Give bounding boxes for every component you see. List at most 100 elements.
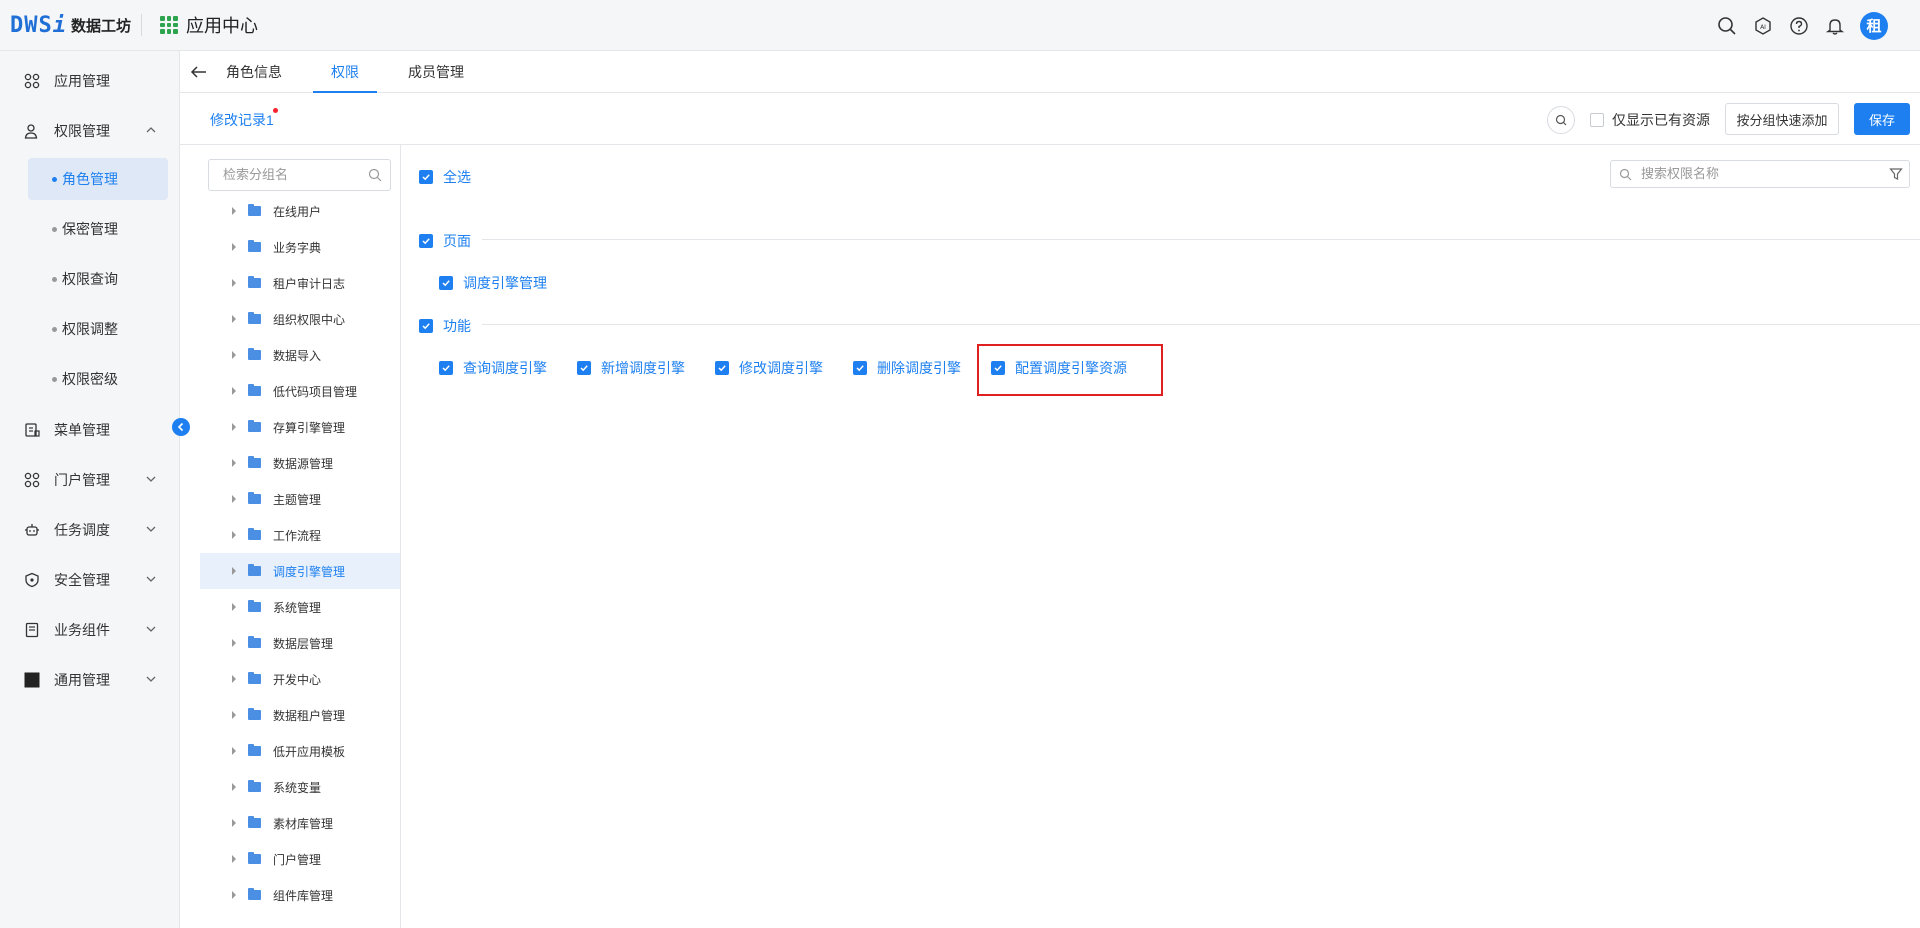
caret-right-icon[interactable] — [232, 855, 236, 863]
tree-item[interactable]: 数据租户管理 — [200, 697, 400, 733]
caret-right-icon[interactable] — [232, 315, 236, 323]
caret-right-icon[interactable] — [232, 747, 236, 755]
select-all-checkbox[interactable]: 全选 — [419, 167, 471, 187]
function-item-checkbox[interactable]: 修改调度引擎 — [715, 358, 823, 378]
caret-right-icon[interactable] — [232, 351, 236, 359]
folder-icon — [248, 384, 261, 396]
function-section-checkbox[interactable]: 功能 — [419, 316, 471, 336]
logo[interactable]: DWSi 数据工坊 — [0, 0, 131, 50]
checkbox-checked-icon[interactable] — [715, 361, 729, 375]
tree-item[interactable]: 在线用户 — [200, 193, 400, 229]
caret-right-icon[interactable] — [232, 207, 236, 215]
tree-item[interactable]: 数据源管理 — [200, 445, 400, 481]
sidebar-item-task-scheduling[interactable]: 任务调度 — [0, 510, 180, 550]
tree-item[interactable]: 开发中心 — [200, 661, 400, 697]
tree-item[interactable]: 存算引擎管理 — [200, 409, 400, 445]
sidebar-item-menu-management[interactable]: 菜单管理 — [0, 410, 180, 450]
back-arrow-icon[interactable] — [190, 63, 208, 81]
caret-right-icon[interactable] — [232, 891, 236, 899]
tree-item-label: 素材库管理 — [273, 816, 334, 831]
only-show-existing-checkbox[interactable]: 仅显示已有资源 — [1590, 110, 1710, 130]
tree-item[interactable]: 数据层管理 — [200, 625, 400, 661]
sidebar-item-permission-management[interactable]: 权限管理 — [0, 111, 180, 151]
checkbox-checked-icon[interactable] — [439, 361, 453, 375]
tree-item[interactable]: 业务字典 — [200, 229, 400, 265]
sidebar-subitem-role-management[interactable]: 角色管理 — [28, 158, 168, 200]
folder-icon — [248, 888, 261, 900]
bullet-dot-icon — [52, 177, 57, 182]
checkbox-checked-icon[interactable] — [439, 276, 453, 290]
search-icon[interactable] — [1716, 15, 1738, 37]
sidebar-subitem-permission-query[interactable]: 权限查询 — [28, 258, 168, 300]
tab-member-management[interactable]: 成员管理 — [380, 51, 492, 93]
tree-item[interactable]: 租户审计日志 — [200, 265, 400, 301]
tree-item[interactable]: 主题管理 — [200, 481, 400, 517]
caret-right-icon[interactable] — [232, 675, 236, 683]
quick-add-by-group-button[interactable]: 按分组快速添加 — [1725, 103, 1839, 135]
caret-right-icon[interactable] — [232, 783, 236, 791]
tree-item[interactable]: 素材库管理 — [200, 805, 400, 841]
tree-item[interactable]: 低代码项目管理 — [200, 373, 400, 409]
tree-item[interactable]: 组件库管理 — [200, 877, 400, 913]
checkbox-checked-icon[interactable] — [577, 361, 591, 375]
toolbar-search-button[interactable] — [1547, 106, 1575, 134]
tree-item[interactable]: 工作流程 — [200, 517, 400, 553]
chevron-down-icon — [146, 576, 156, 582]
square-icon — [24, 672, 40, 688]
tree-item-label: 租户审计日志 — [273, 276, 346, 291]
sidebar-collapse-button[interactable] — [172, 418, 190, 436]
function-item-checkbox[interactable]: 查询调度引擎 — [439, 358, 547, 378]
caret-right-icon[interactable] — [232, 639, 236, 647]
tree-item[interactable]: 系统管理 — [200, 589, 400, 625]
filter-icon[interactable] — [1889, 167, 1903, 181]
app-grid-icon[interactable] — [160, 16, 178, 34]
tree-item-label: 系统变量 — [273, 780, 322, 795]
sidebar-subitem-permission-level[interactable]: 权限密级 — [28, 358, 168, 400]
checkbox-checked-icon[interactable] — [853, 361, 867, 375]
checkbox-checked-icon[interactable] — [419, 170, 433, 184]
caret-right-icon[interactable] — [232, 279, 236, 287]
function-item-checkbox[interactable]: 新增调度引擎 — [577, 358, 685, 378]
tree-item[interactable]: 数据导入 — [200, 337, 400, 373]
tab-role-info[interactable]: 角色信息 — [220, 51, 288, 93]
sidebar-item-label: 通用管理 — [54, 672, 110, 688]
function-item-checkbox[interactable]: 删除调度引擎 — [853, 358, 961, 378]
ai-assistant-icon[interactable]: AI — [1752, 15, 1774, 37]
tree-item[interactable]: 门户管理 — [200, 841, 400, 877]
caret-right-icon[interactable] — [232, 531, 236, 539]
sidebar-subitem-secrecy-management[interactable]: 保密管理 — [28, 208, 168, 250]
caret-right-icon[interactable] — [232, 423, 236, 431]
page-section-checkbox[interactable]: 页面 — [419, 231, 471, 251]
group-search-input[interactable]: 检索分组名 — [208, 159, 391, 191]
tree-item-label: 调度引擎管理 — [273, 564, 346, 579]
tree-item[interactable]: 组织权限中心 — [200, 301, 400, 337]
caret-right-icon[interactable] — [232, 387, 236, 395]
caret-right-icon[interactable] — [232, 459, 236, 467]
tree-item[interactable]: 低开应用模板 — [200, 733, 400, 769]
caret-right-icon[interactable] — [232, 603, 236, 611]
caret-right-icon[interactable] — [232, 243, 236, 251]
checkbox-checked-icon[interactable] — [419, 234, 433, 248]
sidebar-subitem-permission-adjust[interactable]: 权限调整 — [28, 308, 168, 350]
modify-record-link[interactable]: 修改记录1 — [210, 108, 278, 130]
caret-right-icon[interactable] — [232, 711, 236, 719]
caret-right-icon[interactable] — [232, 567, 236, 575]
sidebar-item-app-management[interactable]: 应用管理 — [0, 61, 180, 101]
checkbox-checked-icon[interactable] — [419, 319, 433, 333]
tree-item[interactable]: 调度引擎管理 — [200, 553, 400, 589]
sidebar-item-general-management[interactable]: 通用管理 — [0, 660, 180, 700]
sidebar-item-portal-management[interactable]: 门户管理 — [0, 460, 180, 500]
avatar[interactable]: 租 — [1860, 11, 1888, 40]
tree-item[interactable]: 系统变量 — [200, 769, 400, 805]
permission-search-input[interactable]: 搜索权限名称 — [1610, 160, 1910, 188]
page-item-checkbox[interactable]: 调度引擎管理 — [439, 273, 547, 293]
bell-icon[interactable] — [1824, 15, 1846, 37]
caret-right-icon[interactable] — [232, 819, 236, 827]
tab-permissions[interactable]: 权限 — [313, 51, 377, 93]
save-button[interactable]: 保存 — [1854, 103, 1910, 135]
sidebar-item-security-management[interactable]: 安全管理 — [0, 560, 180, 600]
sidebar-item-business-components[interactable]: 业务组件 — [0, 610, 180, 650]
caret-right-icon[interactable] — [232, 495, 236, 503]
checkbox-unchecked[interactable] — [1590, 113, 1604, 127]
help-icon[interactable] — [1788, 15, 1810, 37]
